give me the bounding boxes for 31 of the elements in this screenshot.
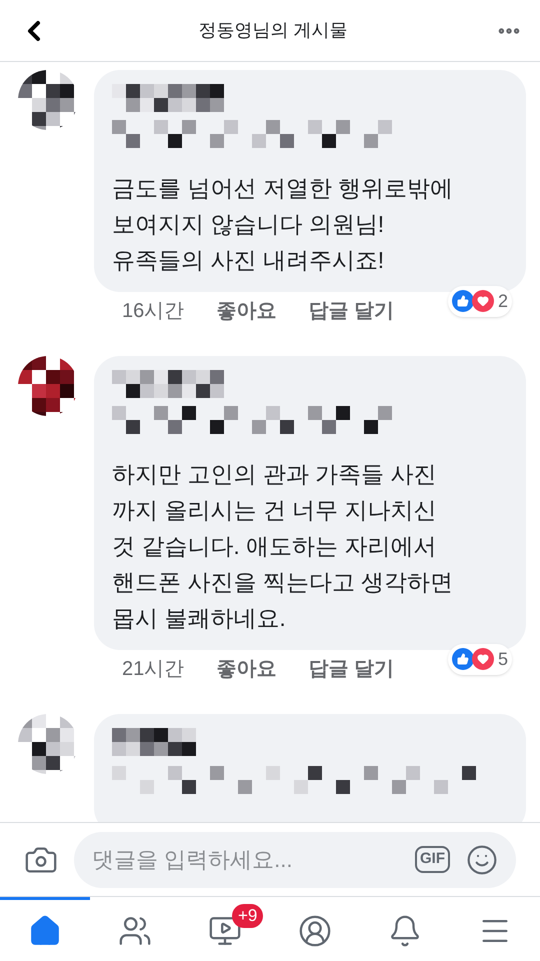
profile-icon bbox=[298, 914, 332, 948]
comment-text: 까지 올리시는 건 너무 지나치신 bbox=[112, 496, 438, 525]
reaction-summary[interactable]: 5 bbox=[448, 644, 512, 674]
reaction-summary[interactable]: 2 bbox=[448, 286, 512, 316]
emoji-icon[interactable] bbox=[466, 844, 498, 876]
gif-button[interactable]: GIF bbox=[415, 846, 450, 873]
reply-link[interactable]: 답글 달기 bbox=[308, 296, 394, 326]
reply-link[interactable]: 답글 달기 bbox=[308, 654, 394, 684]
comment-time: 16시간 bbox=[122, 299, 184, 324]
like-reaction-icon bbox=[452, 648, 474, 670]
comment-text: 금도를 넘어선 저열한 행위로밖에 bbox=[112, 174, 454, 203]
like-link[interactable]: 좋아요 bbox=[216, 654, 276, 684]
heart-reaction-icon bbox=[472, 290, 494, 312]
like-link[interactable]: 좋아요 bbox=[216, 296, 276, 326]
notification-badge: +9 bbox=[232, 904, 264, 928]
comment-input[interactable]: 댓글을 입력하세요... GIF bbox=[74, 832, 516, 888]
page-title: 정동영님의 게시물 bbox=[197, 19, 348, 42]
comment-text: 핸드폰 사진을 찍는다고 생각하면 bbox=[112, 568, 454, 597]
home-icon bbox=[28, 914, 62, 948]
bell-icon bbox=[388, 914, 422, 948]
comment-text: 하지만 고인의 관과 가족들 사진 bbox=[112, 460, 438, 489]
comment-text: 보여지지 않습니다 의원님! bbox=[112, 210, 386, 239]
comment-text: 유족들의 사진 내려주시죠! bbox=[112, 246, 386, 275]
comment-time: 21시간 bbox=[122, 657, 184, 682]
reaction-count: 5 bbox=[498, 648, 508, 670]
heart-reaction-icon bbox=[472, 648, 494, 670]
nav-tab[interactable]: +9 bbox=[180, 897, 270, 961]
reaction-count: 2 bbox=[498, 290, 508, 312]
like-reaction-icon bbox=[452, 290, 474, 312]
comment-text: 것 같습니다. 애도하는 자리에서 bbox=[112, 532, 438, 561]
comment-text: 몹시 불쾌하네요. bbox=[112, 604, 287, 633]
